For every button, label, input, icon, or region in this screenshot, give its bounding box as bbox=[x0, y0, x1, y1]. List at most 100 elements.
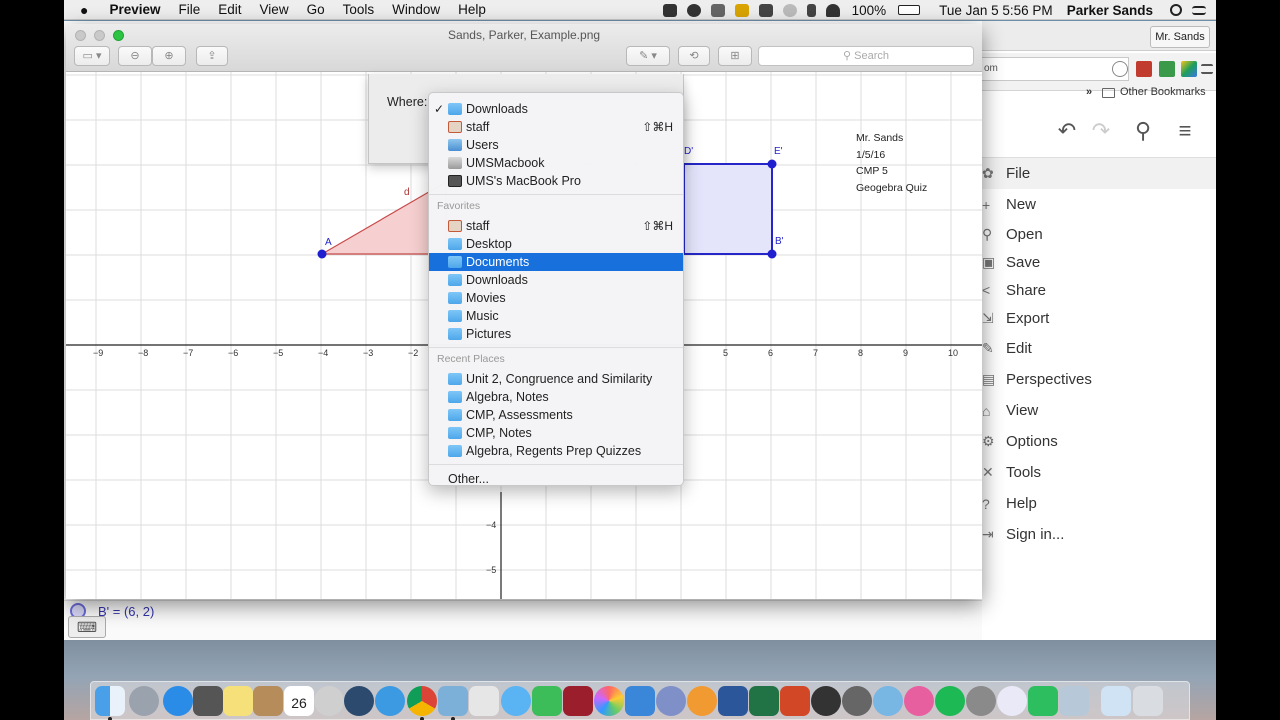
chrome-profile-button[interactable]: Mr. Sands bbox=[1150, 26, 1210, 48]
bluetooth-icon[interactable] bbox=[806, 3, 816, 17]
popup-item-other[interactable]: Other... bbox=[429, 470, 683, 488]
google-drive-icon[interactable] bbox=[1181, 61, 1197, 77]
menu-window[interactable]: Window bbox=[383, 2, 449, 17]
other-bookmarks[interactable]: Other Bookmarks bbox=[1120, 86, 1206, 98]
popup-item-recent-cmp-assessments[interactable]: CMP, Assessments bbox=[429, 406, 683, 424]
gg-menu-view[interactable]: ⌂ View bbox=[982, 395, 1216, 426]
popup-item-downloads-top[interactable]: ✓ Downloads bbox=[429, 100, 683, 118]
menu-app-name[interactable]: Preview bbox=[100, 2, 169, 17]
photo-app-icon[interactable] bbox=[563, 686, 593, 716]
menu-edit[interactable]: Edit bbox=[209, 2, 250, 17]
share-button[interactable]: ⇪ bbox=[196, 46, 228, 66]
hamburger-menu-icon[interactable]: ≡ bbox=[1172, 118, 1198, 144]
photo-booth-icon[interactable] bbox=[469, 686, 499, 716]
preview-icon[interactable] bbox=[438, 686, 468, 716]
popup-item-music[interactable]: Music bbox=[429, 307, 683, 325]
excel-icon[interactable] bbox=[749, 686, 779, 716]
popup-item-recent-regents-prep[interactable]: Algebra, Regents Prep Quizzes bbox=[429, 442, 683, 460]
menu-help[interactable]: Help bbox=[449, 2, 495, 17]
photos-icon[interactable] bbox=[594, 686, 624, 716]
user-name[interactable]: Parker Sands bbox=[1060, 3, 1160, 18]
gg-menu-share[interactable]: < Share bbox=[982, 276, 1216, 304]
toolbox-button[interactable]: ⊞ bbox=[718, 46, 752, 66]
quicktime-icon[interactable] bbox=[344, 686, 374, 716]
bookmark-star-icon[interactable] bbox=[1112, 61, 1128, 77]
popup-item-desktop[interactable]: Desktop bbox=[429, 235, 683, 253]
search-field[interactable]: ⚲ Search bbox=[758, 46, 974, 66]
rotate-button[interactable]: ⟲ bbox=[678, 46, 710, 66]
gg-menu-perspectives[interactable]: ▤ Perspectives bbox=[982, 364, 1216, 395]
documents-stack-icon[interactable] bbox=[1101, 686, 1131, 716]
popup-item-umsmacbook[interactable]: UMSMacbook bbox=[429, 154, 683, 172]
popup-item-staff-top[interactable]: staff ⇧⌘H bbox=[429, 118, 683, 136]
gg-menu-new[interactable]: + New bbox=[982, 189, 1216, 220]
popup-item-pictures[interactable]: Pictures bbox=[429, 325, 683, 343]
gg-menu-edit[interactable]: ✎ Edit bbox=[982, 333, 1216, 364]
powerpoint-icon[interactable] bbox=[780, 686, 810, 716]
markup-button[interactable]: ✎ ▾ bbox=[626, 46, 670, 66]
spotify-icon[interactable] bbox=[935, 686, 965, 716]
gg-menu-help[interactable]: ? Help bbox=[982, 488, 1216, 519]
notification-center-icon[interactable] bbox=[1192, 5, 1206, 15]
launchpad-icon[interactable] bbox=[129, 686, 159, 716]
facetime-icon[interactable] bbox=[532, 686, 562, 716]
chrome-menu-icon[interactable] bbox=[1201, 64, 1213, 74]
search-icon[interactable]: ⚲ bbox=[1130, 118, 1156, 144]
menu-view[interactable]: View bbox=[251, 2, 298, 17]
notes-icon[interactable] bbox=[223, 686, 253, 716]
popup-item-macbook-pro[interactable]: UMS's MacBook Pro bbox=[429, 172, 683, 190]
zoom-out-button[interactable]: ⊖ bbox=[118, 46, 152, 66]
popup-item-users[interactable]: Users bbox=[429, 136, 683, 154]
spotlight-icon[interactable] bbox=[1170, 4, 1182, 16]
contacts-icon[interactable] bbox=[253, 686, 283, 716]
chrome-icon[interactable] bbox=[407, 686, 437, 716]
gg-menu-tools[interactable]: ✕ Tools bbox=[982, 457, 1216, 488]
record-tray-icon[interactable] bbox=[686, 3, 701, 17]
sidebar-toggle-button[interactable]: ▭ ▾ bbox=[74, 46, 110, 66]
evernote-icon[interactable] bbox=[1028, 686, 1058, 716]
popup-item-recent-cmp-notes[interactable]: CMP, Notes bbox=[429, 424, 683, 442]
popup-item-documents[interactable]: Documents bbox=[429, 253, 683, 271]
menu-file[interactable]: File bbox=[170, 2, 210, 17]
gg-menu-sign-in[interactable]: ⇥ Sign in... bbox=[982, 519, 1216, 550]
gg-menu-export[interactable]: ⇲ Export bbox=[982, 304, 1216, 333]
hangouts-extension-icon[interactable] bbox=[1159, 61, 1175, 77]
popup-item-staff[interactable]: staff ⇧⌘H bbox=[429, 217, 683, 235]
messages-icon[interactable] bbox=[501, 686, 531, 716]
zoom-in-button[interactable]: ⊕ bbox=[152, 46, 186, 66]
screen-tray-icon[interactable] bbox=[710, 3, 725, 17]
bookmark-extension-icon[interactable] bbox=[1136, 61, 1152, 77]
trash-icon[interactable] bbox=[1133, 686, 1163, 716]
itunes-icon[interactable] bbox=[904, 686, 934, 716]
pen-tool-icon[interactable] bbox=[811, 686, 841, 716]
gg-menu-save[interactable]: ▣ Save bbox=[982, 248, 1216, 276]
disk-utility-icon[interactable] bbox=[873, 686, 903, 716]
undo-icon[interactable]: ↶ bbox=[1054, 118, 1080, 144]
battery-icon[interactable] bbox=[898, 5, 921, 15]
notes-tray-icon[interactable] bbox=[734, 3, 749, 17]
menu-go[interactable]: Go bbox=[298, 2, 334, 17]
keynote-icon[interactable] bbox=[625, 686, 655, 716]
finder-icon[interactable] bbox=[95, 686, 125, 716]
dashboard-icon[interactable] bbox=[193, 686, 223, 716]
safari-icon[interactable] bbox=[375, 686, 405, 716]
geogebra-icon[interactable] bbox=[997, 686, 1027, 716]
bookmarks-overflow-button[interactable]: » bbox=[1086, 86, 1092, 98]
system-preferences-icon[interactable] bbox=[966, 686, 996, 716]
apple-menu-icon[interactable]: ● bbox=[64, 2, 100, 18]
popup-item-downloads[interactable]: Downloads bbox=[429, 271, 683, 289]
app-store-icon[interactable] bbox=[163, 686, 193, 716]
time-machine-icon[interactable] bbox=[782, 3, 797, 17]
ibooks-icon[interactable] bbox=[687, 686, 717, 716]
word-icon[interactable] bbox=[718, 686, 748, 716]
arrow-tray-icon[interactable] bbox=[758, 3, 773, 17]
wifi-icon[interactable] bbox=[825, 3, 840, 17]
dvd-player-icon[interactable] bbox=[314, 686, 344, 716]
script-editor-icon[interactable] bbox=[842, 686, 872, 716]
gg-menu-options[interactable]: ⚙ Options bbox=[982, 426, 1216, 457]
gg-menu-file[interactable]: ✿ File bbox=[982, 158, 1216, 189]
clock[interactable]: Tue Jan 5 5:56 PM bbox=[925, 3, 1060, 18]
address-bar[interactable]: om bbox=[982, 57, 1129, 81]
popup-item-movies[interactable]: Movies bbox=[429, 289, 683, 307]
evernote-tray-icon[interactable] bbox=[662, 3, 677, 17]
